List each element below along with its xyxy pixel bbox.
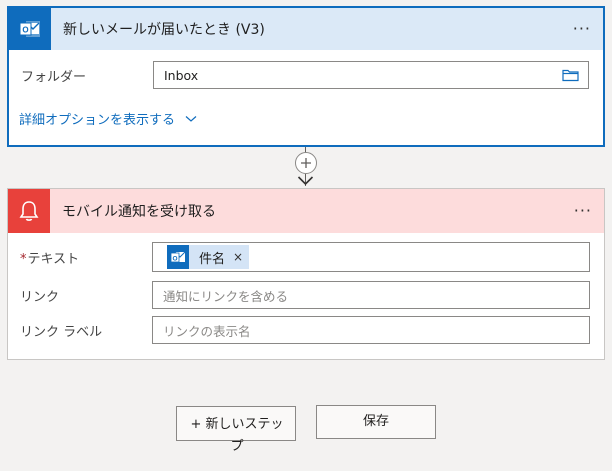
outlook-icon: O xyxy=(9,8,51,50)
advanced-options-label: 詳細オプションを表示する xyxy=(19,113,176,128)
trigger-header[interactable]: O 新しいメールが届いたとき (V3) ··· xyxy=(9,8,603,50)
svg-text:O: O xyxy=(22,26,28,35)
folder-field[interactable]: Inbox xyxy=(153,61,589,89)
subject-token[interactable]: O 件名 × xyxy=(167,245,250,269)
text-label: *テキスト xyxy=(20,248,152,267)
save-button[interactable]: 保存 xyxy=(316,405,436,439)
token-label: 件名 xyxy=(199,251,226,267)
link-row: リンク 通知にリンクを含める xyxy=(20,281,590,309)
plus-icon xyxy=(301,158,311,168)
show-advanced-options-link[interactable]: 詳細オプションを表示する xyxy=(19,109,197,128)
link-label-label: リンク ラベル xyxy=(20,324,103,340)
text-label-text: テキスト xyxy=(27,251,80,267)
text-row: *テキスト O 件名 × xyxy=(20,242,590,272)
text-field[interactable]: O 件名 × xyxy=(152,242,590,272)
link-label-field[interactable]: リンクの表示名 xyxy=(152,316,590,344)
folder-row: フォルダー Inbox xyxy=(21,61,589,89)
svg-text:O: O xyxy=(172,255,177,262)
link-label: リンク xyxy=(20,289,60,305)
arrow-down-icon xyxy=(297,176,314,186)
chevron-down-icon xyxy=(185,115,197,122)
remove-token-button[interactable]: × xyxy=(233,250,243,264)
link-label-placeholder: リンクの表示名 xyxy=(163,323,251,339)
action-card: モバイル通知を受け取る ··· *テキスト O 件名 × リンク 通知にリンクを… xyxy=(7,188,605,360)
trigger-more-options-button[interactable]: ··· xyxy=(573,21,591,37)
action-more-options-button[interactable]: ··· xyxy=(574,203,592,219)
trigger-title: 新しいメールが届いたとき (V3) xyxy=(63,22,265,38)
folder-picker-icon[interactable] xyxy=(562,69,579,82)
insert-step-button[interactable] xyxy=(295,152,317,174)
required-mark: * xyxy=(20,251,27,267)
folder-label: フォルダー xyxy=(21,69,87,85)
new-step-label-line1: + 新しいステッ xyxy=(190,417,284,432)
outlook-token-icon: O xyxy=(167,245,189,269)
link-field[interactable]: 通知にリンクを含める xyxy=(152,281,590,309)
folder-value: Inbox xyxy=(164,67,199,83)
bell-icon xyxy=(8,189,50,233)
link-placeholder: 通知にリンクを含める xyxy=(163,288,289,304)
trigger-card: O 新しいメールが届いたとき (V3) ··· フォルダー Inbox 詳細オプ… xyxy=(7,6,605,147)
action-header[interactable]: モバイル通知を受け取る ··· xyxy=(8,189,604,233)
new-step-button[interactable]: + 新しいステッ プ xyxy=(176,406,296,454)
link-label-row: リンク ラベル リンクの表示名 xyxy=(20,316,590,344)
new-step-label-line2: プ xyxy=(230,439,244,454)
action-title: モバイル通知を受け取る xyxy=(62,204,216,220)
